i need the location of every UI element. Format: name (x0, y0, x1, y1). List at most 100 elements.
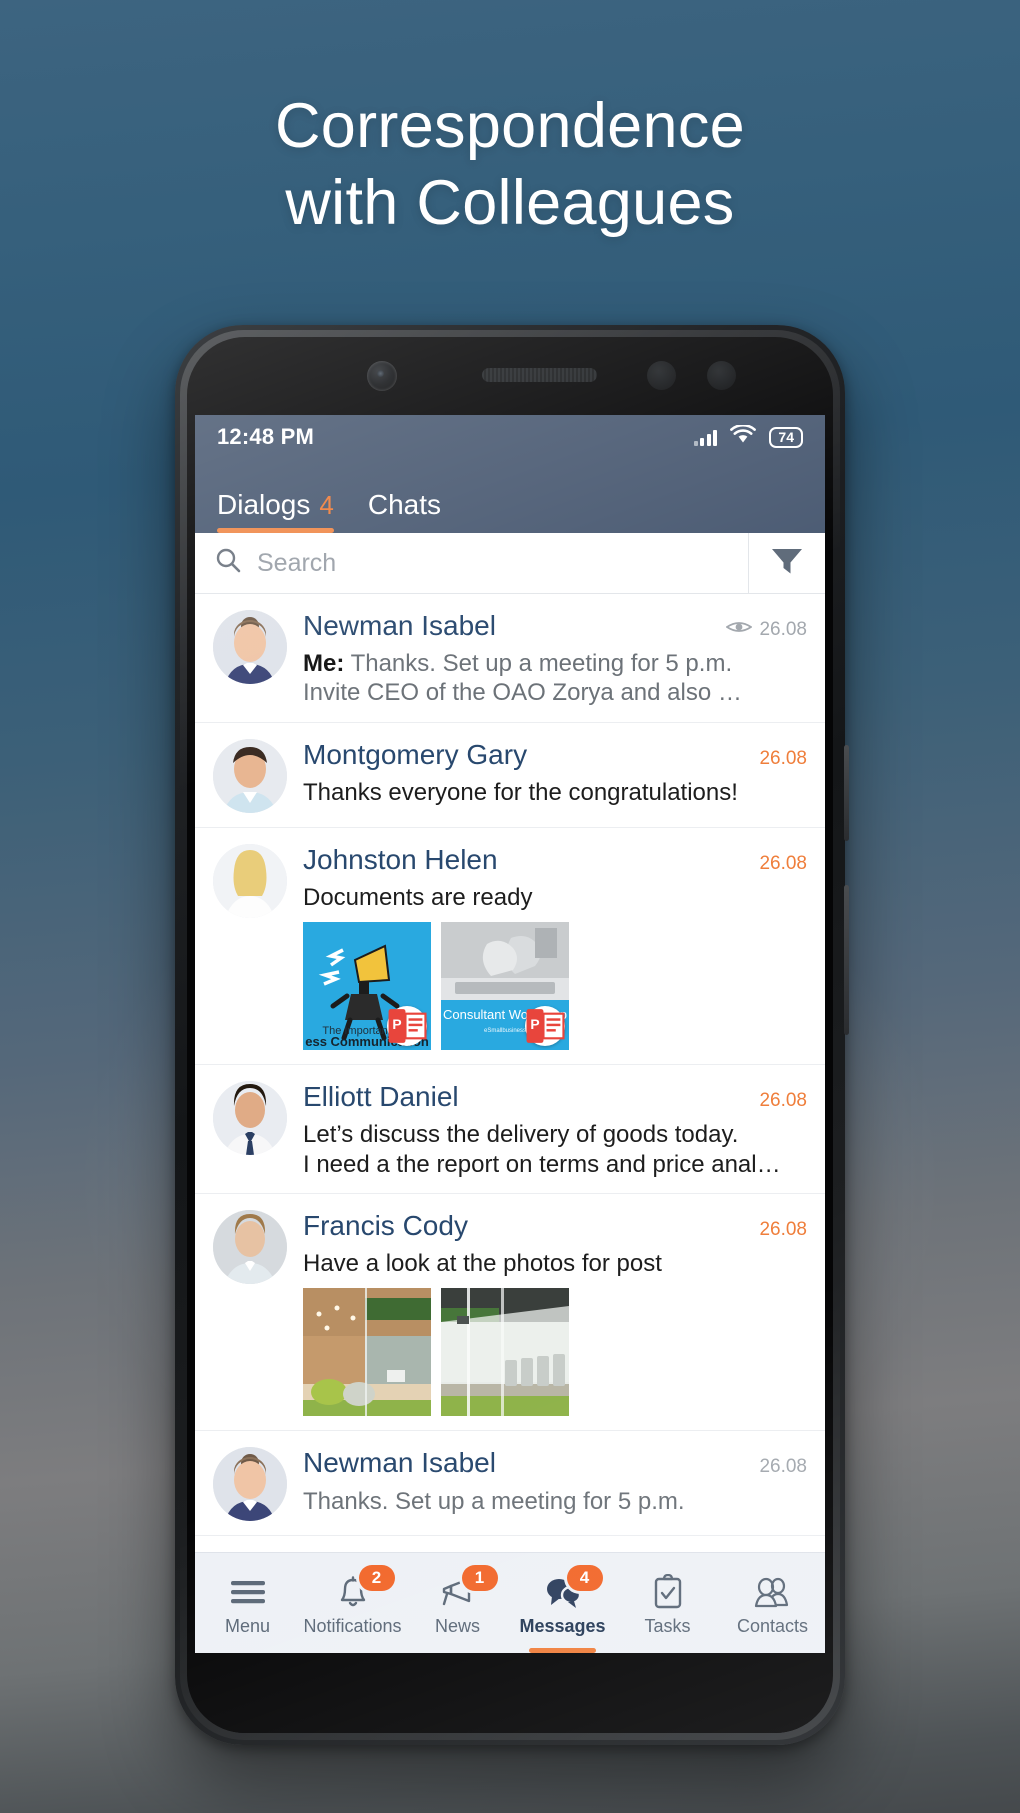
list-item-header: Francis Cody 26.08 (303, 1210, 807, 1242)
status-bar-indicators: 74 (693, 423, 803, 449)
eye-icon (725, 619, 754, 640)
contact-name: Johnston Helen (303, 843, 498, 875)
phone-mockup: 12:48 PM 74 Dialogs 4 Chats Search Newma… (175, 325, 849, 1745)
attachment-thumbnail[interactable] (441, 1288, 569, 1417)
list-item-header: Newman Isabel 26.08 (303, 610, 807, 642)
list-item[interactable]: Montgomery Gary 26.08 Thanks everyone fo… (195, 723, 825, 828)
search-field-wrap[interactable] (195, 533, 749, 593)
search-icon (215, 547, 242, 579)
nav-item-messages-label: Messages (519, 1615, 606, 1636)
phone-sensor-strip (187, 337, 833, 415)
nav-item-contacts[interactable]: Contacts (720, 1553, 825, 1653)
ppt-file-icon: P (387, 1006, 427, 1047)
ppt-file-icon: P (525, 1006, 565, 1047)
page-title-line-2: with Colleagues (285, 167, 735, 238)
nav-item-news[interactable]: 1 News (405, 1553, 510, 1653)
message-preview: Have a look at the photos for post (303, 1250, 662, 1278)
messages-badge: 4 (566, 1564, 603, 1591)
contact-name: Francis Cody (303, 1209, 468, 1241)
people-icon (752, 1572, 794, 1612)
list-item-content: Newman Isabel 26.08 Me: Thanks. Set up a… (303, 610, 807, 708)
front-camera-icon (367, 361, 397, 391)
tab-bar: Dialogs 4 Chats (195, 459, 825, 533)
list-item-content: Francis Cody 26.08 Have a look at the ph… (303, 1210, 807, 1417)
message-date: 26.08 (759, 852, 807, 874)
list-item[interactable]: Newman Isabel 26.08 Me: Thanks. Set up a… (195, 594, 825, 723)
status-bar-clock: 12:48 PM (217, 424, 314, 449)
phone-screen: 12:48 PM 74 Dialogs 4 Chats Search Newma… (195, 415, 825, 1653)
tab-chats-label: Chats (367, 489, 442, 520)
nav-item-tasks-label: Tasks (644, 1615, 691, 1636)
contact-name: Elliott Daniel (303, 1081, 459, 1113)
phone-volume-button (844, 745, 849, 841)
message-date: 26.08 (759, 1090, 807, 1112)
nav-item-messages[interactable]: 4 Messages (510, 1553, 615, 1653)
attachment-thumbnail[interactable]: The Importance of ess Communication P (303, 922, 431, 1051)
chat-bubbles-icon: 4 (543, 1564, 603, 1612)
list-item-content: Montgomery Gary 26.08 Thanks everyone fo… (303, 739, 807, 813)
nav-item-tasks[interactable]: Tasks (615, 1553, 720, 1653)
message-prefix: Me: (303, 650, 345, 678)
avatar (213, 1081, 287, 1156)
nav-item-notifications-label: Notifications (303, 1615, 402, 1636)
filter-icon (770, 546, 804, 581)
message-date: 26.08 (759, 747, 807, 769)
contact-name: Newman Isabel (303, 610, 496, 641)
avatar (213, 1447, 287, 1522)
avatar (213, 610, 287, 684)
search-bar (195, 533, 825, 594)
list-item-content: Newman Isabel 26.08 Thanks. Set up a mee… (303, 1447, 807, 1521)
list-item-header: Elliott Daniel 26.08 (303, 1081, 807, 1113)
list-item[interactable]: Francis Cody 26.08 Have a look at the ph… (195, 1194, 825, 1432)
contact-name: Newman Isabel (303, 1447, 496, 1479)
search-input[interactable] (255, 547, 748, 579)
list-item[interactable]: Johnston Helen 26.08 Documents are ready (195, 828, 825, 1066)
nav-item-menu[interactable]: Menu (195, 1553, 300, 1653)
message-preview: Me: Thanks. Set up a meeting for 5 p.m. … (303, 649, 807, 708)
message-date: 26.08 (759, 1456, 807, 1478)
list-item-meta: 26.08 (759, 1090, 807, 1112)
proximity-sensor (647, 361, 676, 390)
phone-chin (195, 1653, 825, 1733)
attachment-thumbnail[interactable] (303, 1288, 431, 1417)
wifi-icon (730, 423, 757, 449)
tab-dialogs-label: Dialogs (217, 489, 311, 520)
list-item-meta: 26.08 (759, 748, 807, 770)
page-title: Correspondence with Colleagues (0, 88, 1020, 242)
list-item[interactable]: Elliott Daniel 26.08 Let’s discuss the d… (195, 1065, 825, 1194)
nav-item-notifications[interactable]: 2 Notifications (300, 1553, 405, 1653)
message-preview: Thanks. Set up a meeting for 5 p.m. (303, 1487, 685, 1515)
attachment-list: The Importance of ess Communication P Co… (303, 922, 807, 1051)
list-item-content: Johnston Helen 26.08 Documents are ready (303, 844, 807, 1051)
list-item-meta: 26.08 (759, 853, 807, 875)
hamburger-menu-icon (228, 1572, 268, 1612)
attachment-thumbnail[interactable]: Consultant Workshop eSmallbusiness P (441, 922, 569, 1051)
message-preview: Documents are ready (303, 883, 533, 911)
page-title-line-1: Correspondence (275, 91, 745, 161)
battery-indicator: 74 (769, 426, 803, 448)
clipboard-check-icon (652, 1572, 684, 1612)
bottom-navigation: Menu 2 Notifications 1 News 4 Messages T… (195, 1552, 825, 1653)
avatar (213, 1209, 287, 1284)
signal-bars-icon (693, 429, 718, 446)
nav-item-contacts-label: Contacts (736, 1615, 809, 1636)
filter-button[interactable] (749, 546, 825, 581)
status-bar: 12:48 PM 74 (195, 415, 825, 459)
message-preview: Let’s discuss the delivery of goods toda… (303, 1121, 781, 1178)
list-item[interactable]: Newman Isabel 26.08 Thanks. Set up a mee… (195, 1431, 825, 1537)
conversation-list[interactable]: Newman Isabel 26.08 Me: Thanks. Set up a… (195, 594, 825, 1552)
tab-chats[interactable]: Chats (368, 489, 441, 533)
message-date: 26.08 (759, 1218, 807, 1240)
light-sensor (707, 361, 736, 390)
list-item-header: Montgomery Gary 26.08 (303, 739, 807, 771)
contact-name: Montgomery Gary (303, 738, 528, 770)
tab-dialogs[interactable]: Dialogs 4 (217, 489, 334, 533)
avatar (213, 843, 287, 918)
tab-dialogs-count: 4 (319, 490, 334, 520)
news-badge: 1 (461, 1564, 498, 1591)
list-item-meta: 26.08 (725, 619, 807, 641)
megaphone-icon: 1 (438, 1564, 498, 1612)
nav-item-menu-label: Menu (224, 1615, 271, 1636)
list-item-header: Johnston Helen 26.08 (303, 844, 807, 876)
list-item-content: Elliott Daniel 26.08 Let’s discuss the d… (303, 1081, 807, 1179)
